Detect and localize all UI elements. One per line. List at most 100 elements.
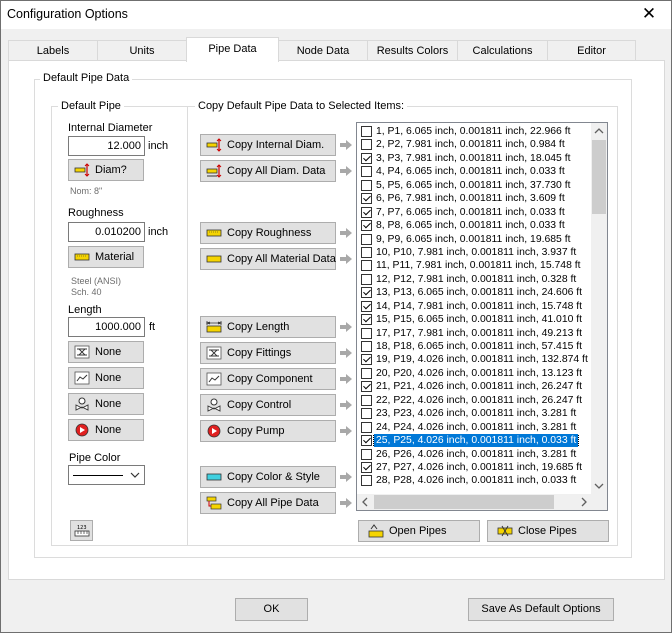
pipe-list-item[interactable]: 24, P24, 4.026 inch, 0.001811 inch, 3.28… xyxy=(358,421,591,434)
pipe-color-select[interactable] xyxy=(68,465,145,485)
pipe-list-item[interactable]: 18, P18, 6.065 inch, 0.001811 inch, 57.4… xyxy=(358,340,591,353)
vertical-scrollbar[interactable] xyxy=(591,123,607,495)
pipe-checkbox[interactable] xyxy=(361,179,372,191)
internal-diameter-input[interactable]: 12.000 xyxy=(68,136,145,156)
copy-internal-diam-button[interactable]: Copy Internal Diam. xyxy=(200,134,336,156)
control-none-button[interactable]: None xyxy=(68,393,144,415)
copy-all-material-button[interactable]: Copy All Material Data xyxy=(200,248,336,270)
pipe-list-item[interactable]: 23, P23, 4.026 inch, 0.001811 inch, 3.28… xyxy=(358,407,591,420)
pipe-list-item[interactable]: 12, P12, 7.981 inch, 0.001811 inch, 0.32… xyxy=(358,273,591,286)
pipe-checkbox[interactable] xyxy=(361,367,372,379)
pipe-checkbox[interactable] xyxy=(361,233,372,245)
tab-results-colors[interactable]: Results Colors xyxy=(367,40,458,61)
pipe-list-item[interactable]: 1, P1, 6.065 inch, 0.001811 inch, 22.966… xyxy=(358,125,591,138)
pipe-checkbox[interactable] xyxy=(361,166,372,178)
pipe-list-item[interactable]: 2, P2, 7.981 inch, 0.001811 inch, 0.984 … xyxy=(358,138,591,151)
pipe-list-item[interactable]: 22, P22, 4.026 inch, 0.001811 inch, 26.2… xyxy=(358,394,591,407)
pipe-list[interactable]: 1, P1, 6.065 inch, 0.001811 inch, 22.966… xyxy=(356,122,608,511)
pipe-checkbox[interactable] xyxy=(361,126,372,137)
pipe-checkbox[interactable] xyxy=(361,421,372,433)
scroll-up-icon[interactable] xyxy=(594,127,604,134)
tab-units[interactable]: Units xyxy=(97,40,187,61)
pipe-list-item[interactable]: 19, P19, 4.026 inch, 0.001811 inch, 132.… xyxy=(358,353,591,366)
copy-fittings-button[interactable]: Copy Fittings xyxy=(200,342,336,364)
arrow-right-icon xyxy=(340,498,352,508)
pump-none-button[interactable]: None xyxy=(68,419,144,441)
close-pipes-button[interactable]: Close Pipes xyxy=(487,520,609,542)
pipe-list-item[interactable]: 21, P21, 4.026 inch, 0.001811 inch, 26.2… xyxy=(358,380,591,393)
pipe-checkbox[interactable] xyxy=(361,206,372,218)
tab-calculations[interactable]: Calculations xyxy=(457,40,548,61)
diam-button[interactable]: Diam? xyxy=(68,159,144,181)
pipe-checkbox[interactable] xyxy=(361,448,372,460)
pipe-list-item[interactable]: 13, P13, 6.065 inch, 0.001811 inch, 24.6… xyxy=(358,286,591,299)
save-default-options-button[interactable]: Save As Default Options xyxy=(468,598,614,621)
pipe-checkbox[interactable] xyxy=(361,152,372,164)
pipe-list-item[interactable]: 11, P11, 7.981 inch, 0.001811 inch, 15.7… xyxy=(358,259,591,272)
pipe-list-item[interactable]: 20, P20, 4.026 inch, 0.001811 inch, 13.1… xyxy=(358,367,591,380)
pipe-list-item[interactable]: 4, P4, 6.065 inch, 0.001811 inch, 0.033 … xyxy=(358,165,591,178)
pipe-checkbox[interactable] xyxy=(361,300,372,312)
pipe-checkbox[interactable] xyxy=(361,341,372,353)
pipe-list-item[interactable]: 6, P6, 7.981 inch, 0.001811 inch, 3.609 … xyxy=(358,192,591,205)
pipe-list-item[interactable]: 8, P8, 6.065 inch, 0.001811 inch, 0.033 … xyxy=(358,219,591,232)
fittings-none-button[interactable]: None xyxy=(68,341,144,363)
pipe-list-item[interactable]: 3, P3, 7.981 inch, 0.001811 inch, 18.045… xyxy=(358,152,591,165)
copy-length-button[interactable]: Copy Length xyxy=(200,316,336,338)
pipe-list-item[interactable]: 7, P7, 6.065 inch, 0.001811 inch, 0.033 … xyxy=(358,206,591,219)
copy-roughness-button[interactable]: Copy Roughness xyxy=(200,222,336,244)
tab-node-data[interactable]: Node Data xyxy=(278,40,368,61)
pipe-checkbox[interactable] xyxy=(361,246,372,258)
pipe-checkbox[interactable] xyxy=(361,260,372,272)
pipe-checkbox[interactable] xyxy=(361,139,372,151)
pipe-list-item[interactable]: 14, P14, 7.981 inch, 0.001811 inch, 15.7… xyxy=(358,300,591,313)
pipe-item-text: 18, P18, 6.065 inch, 0.001811 inch, 57.4… xyxy=(376,341,583,353)
pipe-checkbox[interactable] xyxy=(361,394,372,406)
pipe-list-item[interactable]: 9, P9, 6.065 inch, 0.001811 inch, 19.685… xyxy=(358,233,591,246)
pipe-list-item[interactable]: 27, P27, 4.026 inch, 0.001811 inch, 19.6… xyxy=(358,461,591,474)
component-none-button[interactable]: None xyxy=(68,367,144,389)
pipe-list-item[interactable]: 10, P10, 7.981 inch, 0.001811 inch, 3.93… xyxy=(358,246,591,259)
copy-component-button[interactable]: Copy Component xyxy=(200,368,336,390)
copy-control-button[interactable]: Copy Control xyxy=(200,394,336,416)
length-input[interactable]: 1000.000 xyxy=(68,317,145,337)
copy-color-style-button[interactable]: Copy Color & Style xyxy=(200,466,336,488)
tab-editor[interactable]: Editor xyxy=(547,40,636,61)
roughness-input[interactable]: 0.010200 xyxy=(68,222,145,242)
copy-all-pipe-data-button[interactable]: Copy All Pipe Data xyxy=(200,492,336,514)
copy-all-diam-button[interactable]: Copy All Diam. Data xyxy=(200,160,336,182)
pipe-list-item[interactable]: 28, P28, 4.026 inch, 0.001811 inch, 0.03… xyxy=(358,474,591,487)
pipe-list-item[interactable]: 15, P15, 6.065 inch, 0.001811 inch, 41.0… xyxy=(358,313,591,326)
ok-button[interactable]: OK xyxy=(235,598,308,621)
pipe-checkbox[interactable] xyxy=(361,220,372,232)
pipe-checkbox[interactable] xyxy=(361,435,372,447)
scroll-right-icon[interactable] xyxy=(581,497,588,507)
pipe-checkbox[interactable] xyxy=(361,381,372,393)
tab-pipe-data[interactable]: Pipe Data xyxy=(186,37,279,62)
pipe-list-item[interactable]: 5, P5, 6.065 inch, 0.001811 inch, 37.730… xyxy=(358,179,591,192)
pipe-list-item[interactable]: 26, P26, 4.026 inch, 0.001811 inch, 3.28… xyxy=(358,448,591,461)
vertical-scroll-thumb[interactable] xyxy=(592,140,606,214)
scroll-left-icon[interactable] xyxy=(361,497,368,507)
pipe-checkbox[interactable] xyxy=(361,475,372,487)
pipe-checkbox[interactable] xyxy=(361,287,372,299)
pipe-checkbox[interactable] xyxy=(361,314,372,326)
close-icon[interactable]: ✕ xyxy=(627,1,671,29)
pipe-checkbox[interactable] xyxy=(361,462,372,473)
pipe-checkbox[interactable] xyxy=(361,354,372,366)
pipe-list-item[interactable]: 25, P25, 4.026 inch, 0.001811 inch, 0.03… xyxy=(358,434,591,448)
tab-labels[interactable]: Labels xyxy=(8,40,98,61)
units-ruler-button[interactable]: 123 xyxy=(70,520,93,541)
pipe-checkbox[interactable] xyxy=(361,273,372,285)
material-button[interactable]: Material xyxy=(68,246,144,268)
scroll-down-icon[interactable] xyxy=(594,483,604,490)
pump-icon xyxy=(74,423,90,437)
copy-pump-button[interactable]: Copy Pump xyxy=(200,420,336,442)
pipe-checkbox[interactable] xyxy=(361,408,372,420)
pipe-checkbox[interactable] xyxy=(361,327,372,339)
pipe-checkbox[interactable] xyxy=(361,193,372,205)
horizontal-scroll-thumb[interactable] xyxy=(374,495,554,509)
open-pipes-button[interactable]: Open Pipes xyxy=(358,520,480,542)
horizontal-scrollbar[interactable] xyxy=(357,494,591,510)
pipe-list-item[interactable]: 17, P17, 7.981 inch, 0.001811 inch, 49.2… xyxy=(358,327,591,340)
